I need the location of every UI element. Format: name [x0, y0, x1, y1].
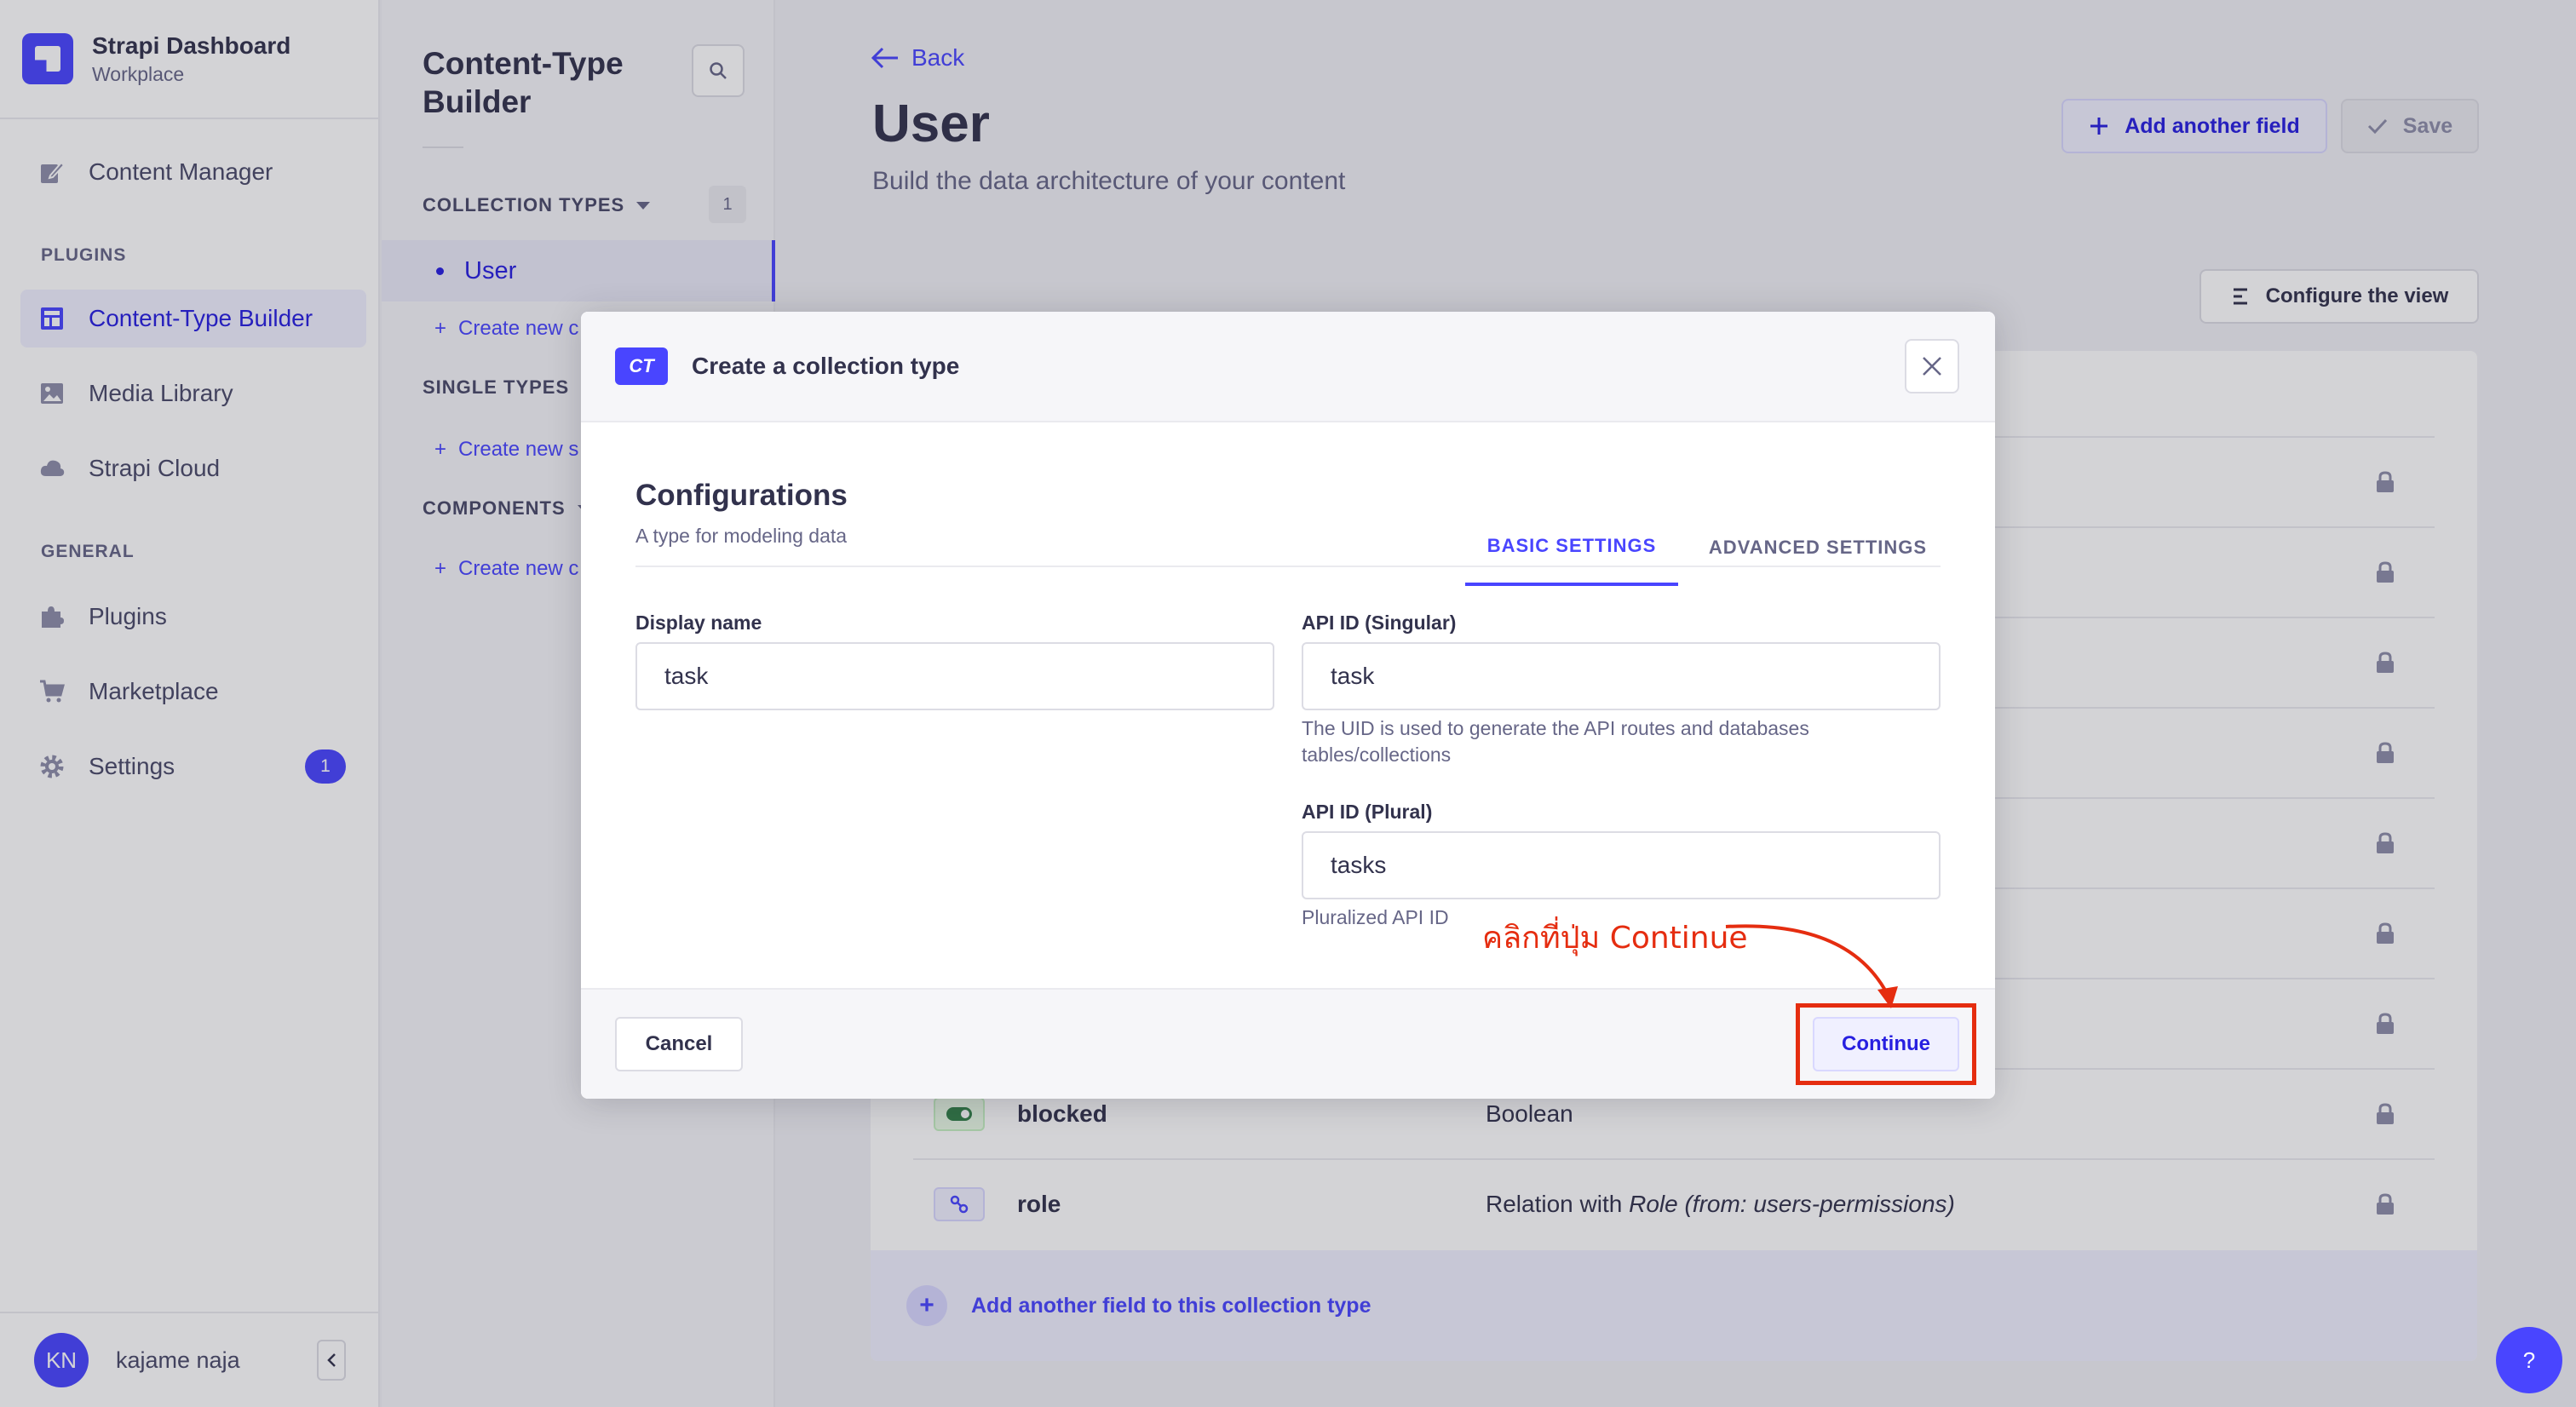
display-name-input[interactable] [635, 642, 1274, 710]
modal-title: Create a collection type [692, 353, 960, 379]
api-plural-hint: Pluralized API ID [1302, 906, 1449, 928]
api-plural-input[interactable] [1302, 831, 1941, 899]
annotation-arrow-icon [1725, 924, 1898, 1008]
annotation-highlight-box [1796, 1003, 1976, 1085]
section-title: Configurations [635, 479, 848, 512]
cancel-button[interactable]: Cancel [615, 1017, 743, 1071]
section-subtitle: A type for modeling data [635, 525, 848, 547]
api-singular-hint: The UID is used to generate the API rout… [1302, 717, 1809, 766]
modal-header: CT Create a collection type [581, 312, 1995, 422]
annotation-text: คลิกที่ปุ่ม Continue [1482, 921, 1748, 956]
api-singular-label: API ID (Singular) [1302, 612, 1457, 634]
close-icon [1923, 357, 1941, 376]
api-plural-label: API ID (Plural) [1302, 801, 1433, 823]
tab-advanced-settings[interactable]: ADVANCED SETTINGS [1690, 509, 1946, 586]
ct-badge: CT [615, 347, 668, 385]
help-button[interactable]: ? [2496, 1327, 2562, 1393]
api-singular-input[interactable] [1302, 642, 1941, 710]
tab-basic-settings[interactable]: BASIC SETTINGS [1465, 509, 1678, 586]
close-button[interactable] [1905, 339, 1959, 393]
display-name-label: Display name [635, 612, 762, 634]
